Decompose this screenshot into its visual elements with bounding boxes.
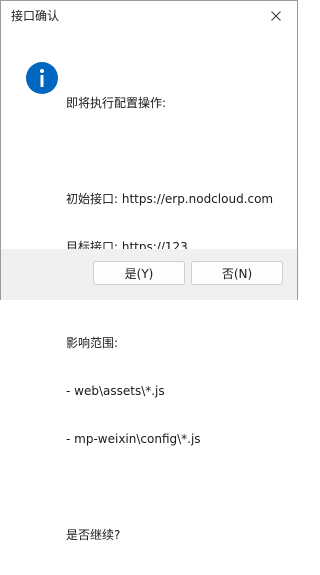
dialog-content: 即将执行配置操作: 初始接口: https://erp.nodcloud.com… (1, 31, 297, 542)
title-bar[interactable]: 接口确认 (1, 1, 297, 31)
dialog-title: 接口确认 (11, 9, 60, 23)
scope-item: - mp-weixin\config\*.js (66, 432, 201, 446)
close-icon (271, 11, 281, 21)
close-button[interactable] (255, 1, 297, 31)
scope-item: - web\assets\*.js (66, 384, 165, 398)
source-interface-line: 初始接口: https://erp.nodcloud.com (66, 192, 274, 206)
no-button[interactable]: 否(N) (191, 261, 283, 285)
scope-heading: 影响范围: (66, 336, 119, 350)
yes-button[interactable]: 是(Y) (93, 261, 185, 285)
button-bar: 是(Y) 否(N) (1, 249, 297, 300)
message-heading: 即将执行配置操作: (66, 96, 167, 110)
message-text: 即将执行配置操作: 初始接口: https://erp.nodcloud.com… (66, 63, 273, 575)
info-icon (26, 62, 58, 94)
confirm-dialog: 接口确认 即将执行配置操作: 初始接口: https://erp.nodclou… (0, 0, 298, 542)
question-text: 是否继续? (66, 528, 121, 542)
